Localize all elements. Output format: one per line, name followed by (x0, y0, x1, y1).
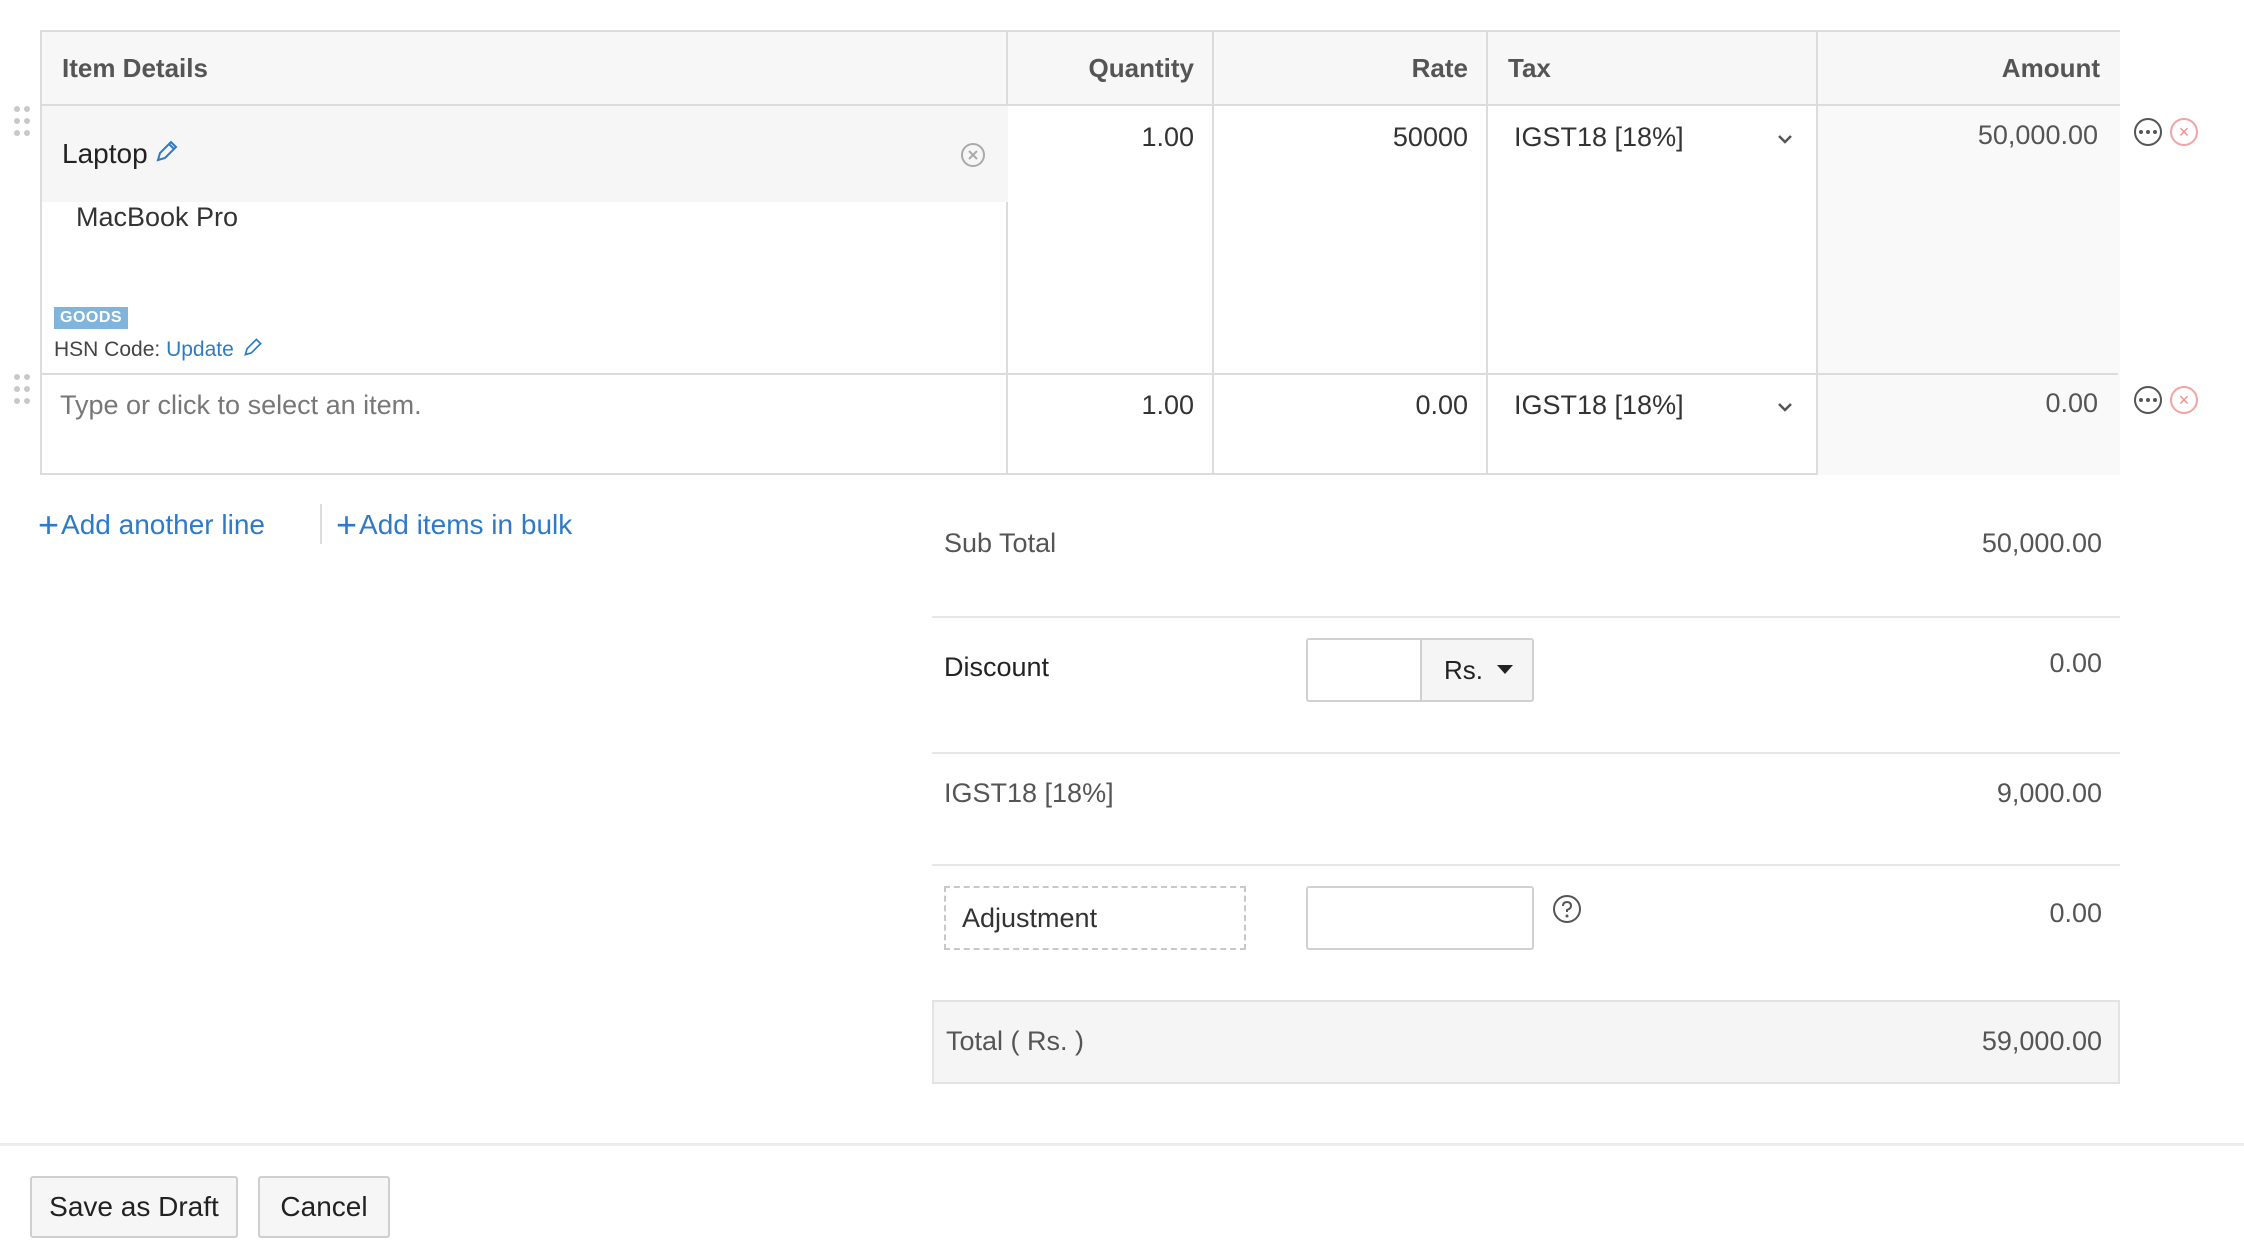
add-items-bulk-link[interactable]: +Add items in bulk (336, 504, 572, 546)
drag-handle-icon[interactable] (12, 106, 32, 140)
column-divider (1486, 32, 1488, 473)
tax-select[interactable]: IGST18 [18%] (1514, 122, 1684, 153)
help-icon[interactable] (1552, 894, 1582, 924)
amount-value: 0.00 (2045, 388, 2098, 418)
totals-divider (932, 616, 2120, 618)
discount-input[interactable] (1306, 638, 1422, 702)
hsn-code-label: HSN Code: Update (54, 338, 234, 362)
totals-divider (932, 752, 2120, 754)
total-value: 59,000.00 (1981, 1026, 2102, 1056)
tax-label: IGST18 [18%] (944, 778, 1114, 808)
hsn-update-link[interactable]: Update (166, 338, 234, 361)
remove-row-icon[interactable]: × (2170, 118, 2198, 146)
adjustment-value: 0.00 (2049, 898, 2102, 928)
edit-hsn-icon[interactable] (242, 336, 264, 358)
edit-item-icon[interactable] (154, 138, 180, 164)
row-divider (42, 373, 2118, 375)
discount-value: 0.00 (2049, 648, 2102, 678)
plus-icon: + (336, 504, 358, 545)
sub-total-value: 50,000.00 (1981, 528, 2102, 558)
discount-unit-label: Rs. (1444, 654, 1483, 685)
quantity-input[interactable]: 1.00 (1008, 390, 1194, 421)
item-name: Laptop (62, 138, 148, 169)
link-divider (320, 504, 322, 544)
drag-handle-icon[interactable] (12, 374, 32, 408)
save-as-draft-button[interactable]: Save as Draft (30, 1176, 238, 1238)
amount-value: 50,000.00 (1977, 120, 2098, 150)
adjustment-label: Adjustment (962, 902, 1098, 933)
rate-input[interactable]: 0.00 (1214, 390, 1468, 421)
tax-value: 9,000.00 (1996, 778, 2102, 808)
item-description[interactable]: MacBook Pro (76, 202, 238, 233)
header-quantity: Quantity (1008, 32, 1214, 106)
total-label: Total ( Rs. ) (946, 1026, 1085, 1056)
caret-down-icon (1497, 665, 1513, 674)
more-options-icon[interactable] (2134, 386, 2162, 414)
more-options-icon[interactable] (2134, 118, 2162, 146)
chevron-down-icon[interactable] (1776, 398, 1794, 416)
amount-column-bg (1818, 106, 2120, 475)
remove-row-icon[interactable]: × (2170, 386, 2198, 414)
item-select-input[interactable]: Type or click to select an item. (60, 390, 422, 421)
footer-divider (0, 1143, 2244, 1146)
header-item-details: Item Details (42, 32, 1008, 106)
goods-badge: GOODS (54, 307, 129, 329)
chevron-down-icon[interactable] (1776, 130, 1794, 148)
totals-divider (932, 864, 2120, 866)
total-bar: Total ( Rs. ) 59,000.00 (932, 1000, 2120, 1084)
clear-item-icon[interactable] (960, 142, 986, 168)
cancel-button[interactable]: Cancel (258, 1176, 390, 1238)
sub-total-label: Sub Total (944, 528, 1057, 558)
item-table: Item Details Quantity Rate Tax Amount La… (40, 30, 2120, 475)
header-rate: Rate (1214, 32, 1488, 106)
header-tax: Tax (1488, 32, 1818, 106)
item-name-field[interactable]: Laptop (42, 106, 1008, 202)
adjustment-label-field[interactable]: Adjustment (944, 886, 1246, 950)
quantity-input[interactable]: 1.00 (1008, 122, 1194, 153)
add-another-line-label: Add another line (61, 509, 265, 540)
discount-label: Discount (944, 652, 1050, 682)
plus-icon: + (38, 504, 60, 545)
header-amount: Amount (1818, 32, 2120, 106)
add-items-bulk-label: Add items in bulk (359, 509, 573, 540)
adjustment-input[interactable] (1306, 886, 1534, 950)
tax-select[interactable]: IGST18 [18%] (1514, 390, 1684, 421)
hsn-code-text: HSN Code: (54, 338, 161, 361)
rate-input[interactable]: 50000 (1214, 122, 1468, 153)
discount-unit-select[interactable]: Rs. (1420, 638, 1534, 702)
add-another-line-link[interactable]: +Add another line (38, 504, 265, 546)
